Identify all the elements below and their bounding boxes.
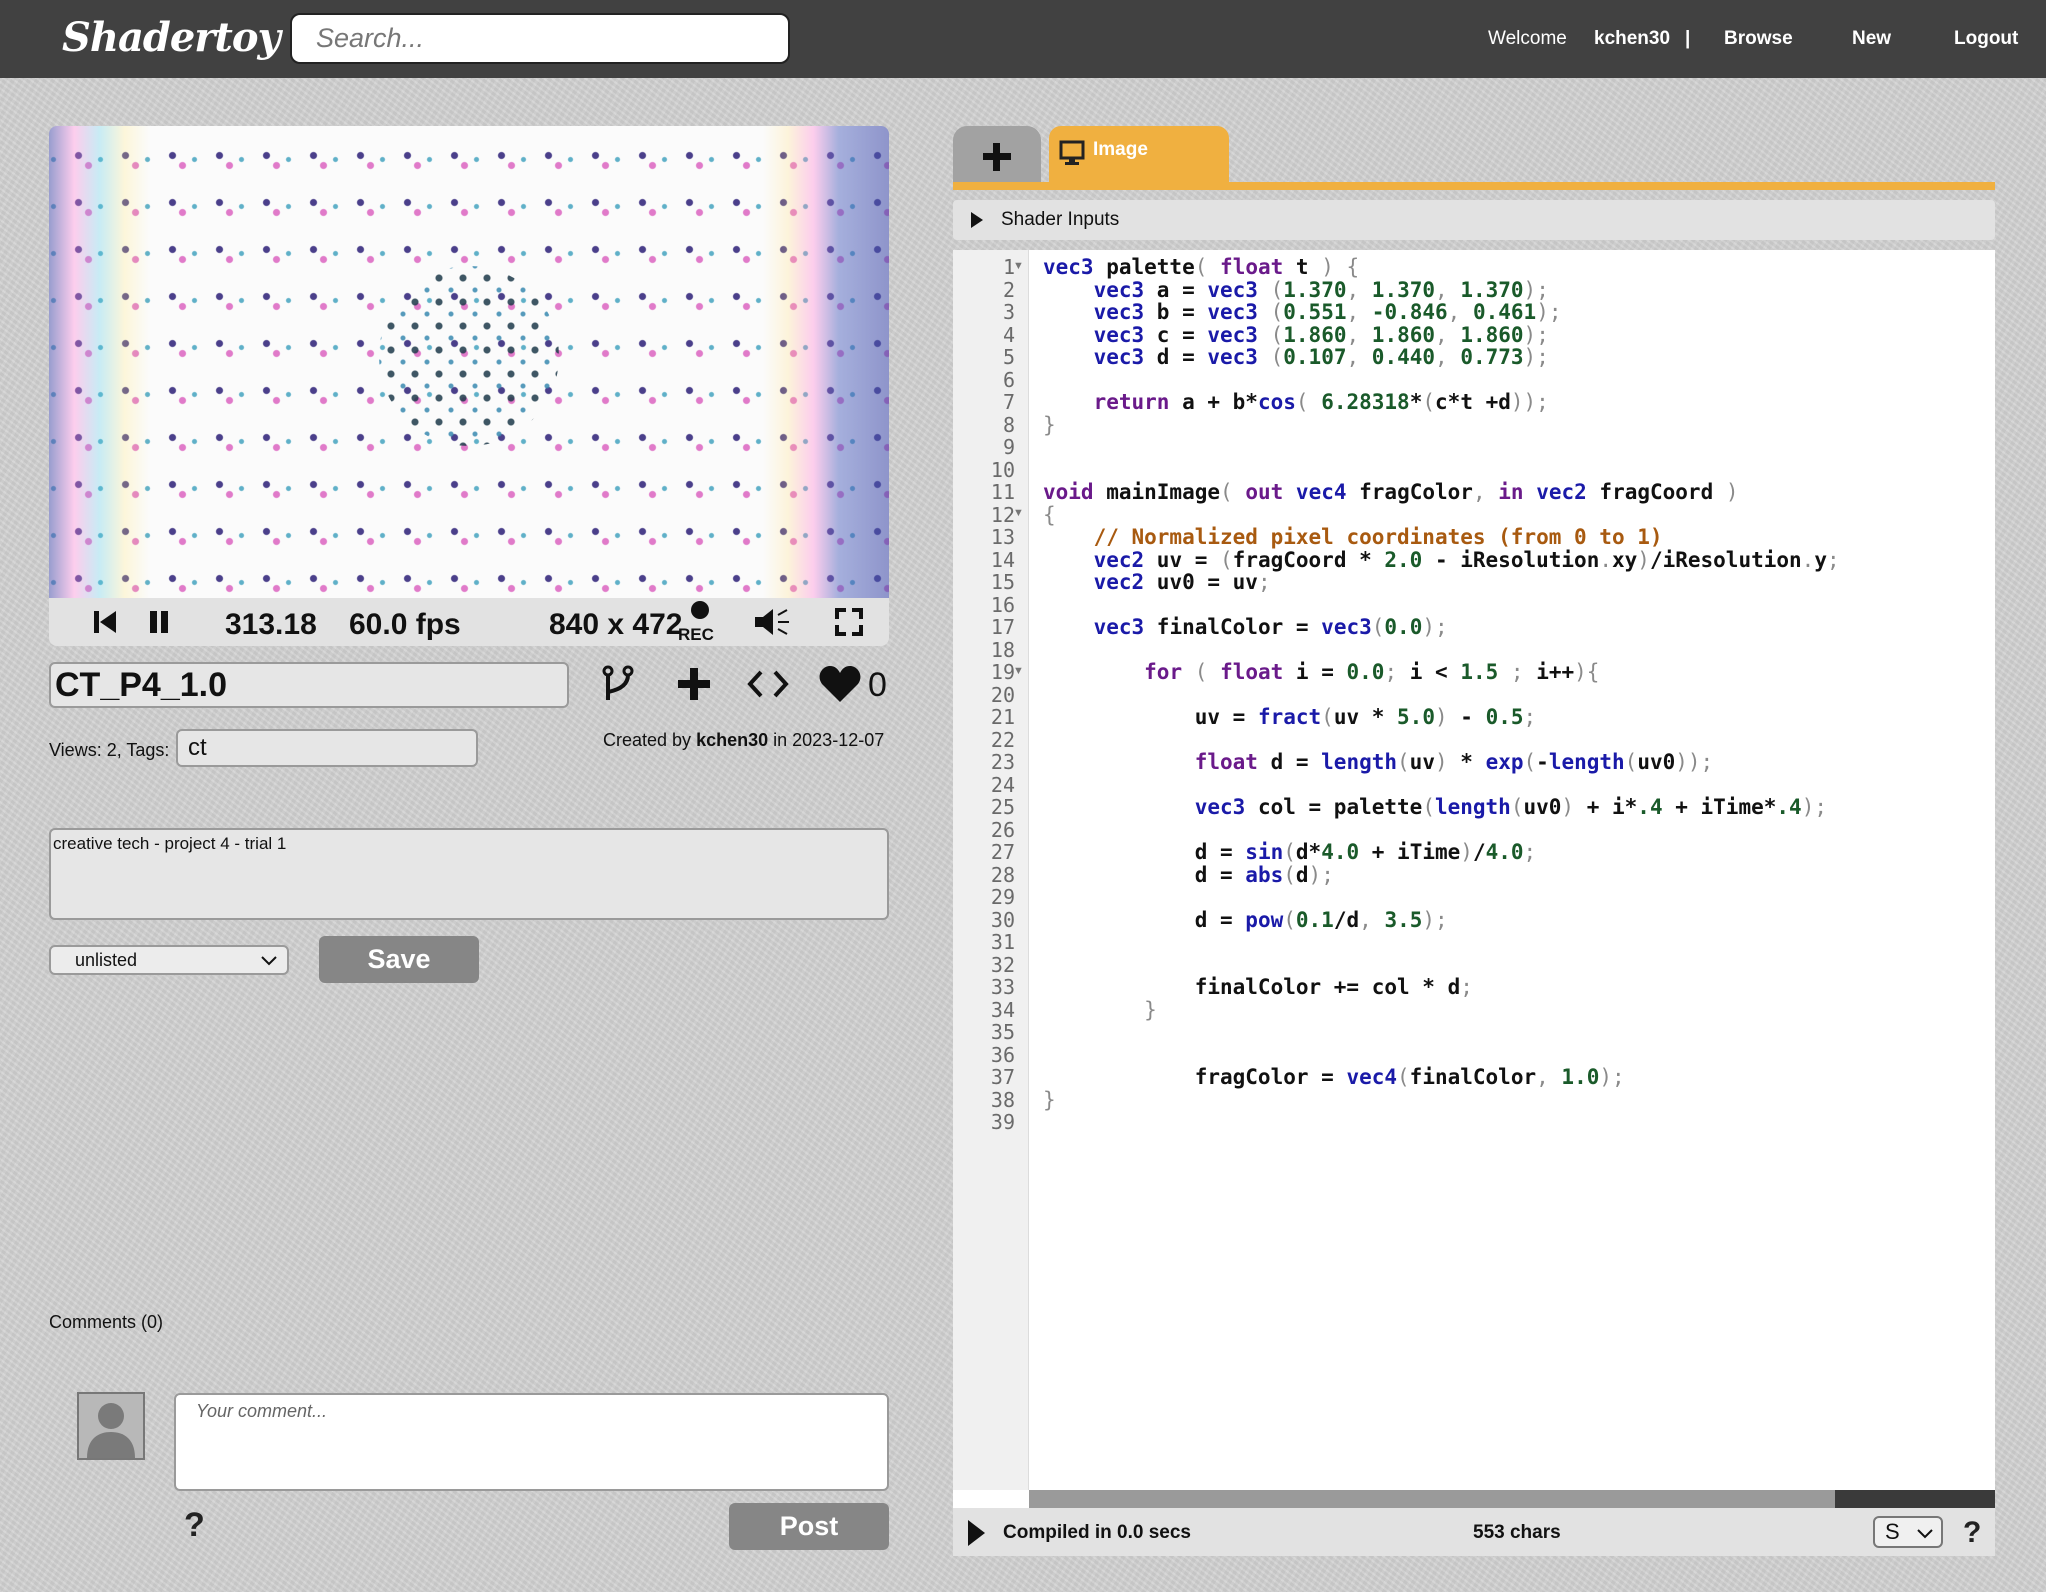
- font-size-select[interactable]: S: [1873, 1516, 1943, 1548]
- shader-inputs-label: Shader Inputs: [1001, 209, 1120, 230]
- record-icon[interactable]: REC: [677, 600, 719, 644]
- fork-icon[interactable]: [598, 664, 638, 704]
- chevron-down-icon: [261, 956, 277, 966]
- fullscreen-icon[interactable]: [833, 606, 865, 638]
- browse-link[interactable]: Browse: [1724, 28, 1793, 50]
- shader-source-code[interactable]: vec3 palette( float t ) { vec3 a = vec3 …: [1043, 256, 1840, 1111]
- triangle-right-icon: [971, 212, 983, 228]
- fold-arrow-icon[interactable]: ▼: [1013, 507, 1024, 519]
- line-number-gutter: 1 2 3 4 5 6 7 8 9 10 11 12 13 14 15 16 17 18 19 20 21 22 23 24 2…: [953, 250, 1029, 1490]
- plus-icon: [983, 143, 1011, 171]
- skip-back-icon[interactable]: [89, 606, 121, 638]
- welcome-text: Welcome: [1488, 28, 1567, 49]
- resolution-readout: 840 x 472: [549, 608, 683, 641]
- user-profile-link[interactable]: kchen30: [1594, 28, 1670, 50]
- heart-icon[interactable]: [818, 664, 862, 704]
- privacy-select[interactable]: unlisted: [49, 945, 289, 975]
- preview-center-pattern: [379, 266, 559, 446]
- created-date: in 2023-12-07: [773, 730, 885, 750]
- editor-help-icon[interactable]: ?: [1963, 1516, 1981, 1550]
- search-input[interactable]: [290, 13, 790, 64]
- post-comment-button[interactable]: Post: [729, 1503, 889, 1550]
- pause-icon[interactable]: [143, 606, 175, 638]
- fold-arrow-icon[interactable]: ▼: [1013, 665, 1024, 677]
- created-by-text: Created by kchen30 in 2023-12-07: [603, 730, 884, 751]
- plus-icon[interactable]: [674, 664, 714, 704]
- tab-underline: [953, 182, 1995, 190]
- comment-input[interactable]: [174, 1393, 889, 1491]
- nav-separator: |: [1685, 28, 1691, 49]
- created-prefix: Created by: [603, 730, 692, 750]
- scrollbar-thumb[interactable]: [1029, 1490, 1835, 1508]
- shadertoy-logo[interactable]: Shadertoy: [62, 14, 281, 61]
- comments-label: Comments (0): [49, 1312, 164, 1332]
- chevron-down-icon: [1917, 1529, 1933, 1539]
- comment-help-icon[interactable]: ?: [184, 1506, 205, 1545]
- fps-counter: 60.0 fps: [349, 608, 461, 641]
- play-compile-icon[interactable]: [965, 1518, 987, 1548]
- shader-inputs-toggle[interactable]: Shader Inputs: [953, 200, 1995, 240]
- new-shader-link[interactable]: New: [1852, 28, 1891, 50]
- likes-count: 0: [868, 666, 887, 704]
- save-button[interactable]: Save: [319, 936, 479, 983]
- horizontal-scrollbar[interactable]: [1029, 1490, 1995, 1508]
- description-textarea[interactable]: creative tech - project 4 - trial 1: [49, 828, 889, 920]
- line-numbers: 1 2 3 4 5 6 7 8 9 10 11 12 13 14 15 16 17 18 19 20 21 22 23 24 2…: [990, 255, 1015, 1134]
- fold-arrow-icon[interactable]: ▼: [1013, 260, 1024, 272]
- font-size-value: S: [1885, 1519, 1900, 1544]
- tab-image-label: Image: [1093, 139, 1148, 160]
- tab-image[interactable]: Image: [1049, 126, 1229, 184]
- logout-link[interactable]: Logout: [1954, 28, 2018, 50]
- monitor-icon: [1059, 140, 1085, 165]
- editor-status-bar: Compiled in 0.0 secs 553 chars S ?: [953, 1508, 1995, 1556]
- author-link[interactable]: kchen30: [696, 730, 768, 750]
- char-count: 553 chars: [1473, 1522, 1561, 1543]
- avatar: [77, 1392, 145, 1460]
- shader-name-input[interactable]: [49, 662, 569, 708]
- volume-icon[interactable]: [753, 606, 793, 638]
- privacy-value: unlisted: [75, 950, 138, 970]
- playback-time: 313.18: [225, 608, 317, 641]
- compile-status: Compiled in 0.0 secs: [1003, 1522, 1191, 1543]
- player-controls: 313.18 60.0 fps 840 x 472 REC: [49, 598, 889, 646]
- tags-input[interactable]: [176, 729, 478, 767]
- top-bar: Shadertoy Welcome kchen30 | Browse New L…: [0, 0, 2046, 78]
- add-tab-button[interactable]: [953, 126, 1041, 184]
- views-tags-label: Views: 2, Tags:: [49, 740, 170, 760]
- shader-preview-canvas[interactable]: [49, 126, 889, 598]
- code-embed-icon[interactable]: [746, 664, 790, 704]
- user-silhouette-icon: [79, 1394, 143, 1458]
- svg-text:REC: REC: [678, 625, 714, 644]
- code-editor[interactable]: 1 2 3 4 5 6 7 8 9 10 11 12 13 14 15 16 17 18 19 20 21 22 23 24 2…: [953, 250, 1995, 1508]
